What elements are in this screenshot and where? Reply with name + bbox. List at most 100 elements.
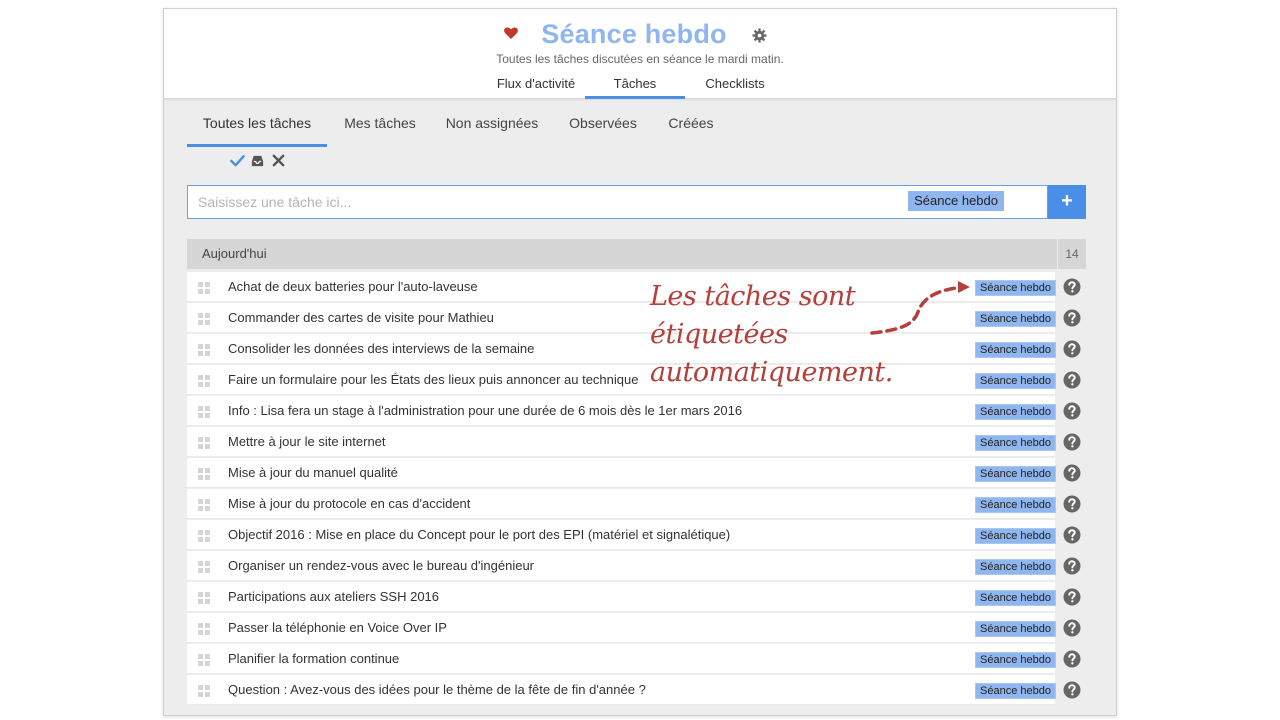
drag-handle-icon[interactable] bbox=[198, 653, 210, 666]
task-tag-badge[interactable]: Séance hebdo bbox=[975, 342, 1056, 358]
task-tag-badge[interactable]: Séance hebdo bbox=[975, 590, 1056, 606]
help-icon[interactable] bbox=[1063, 309, 1081, 327]
gear-icon[interactable] bbox=[752, 28, 767, 43]
task-title[interactable]: Objectif 2016 : Mise en place du Concept… bbox=[228, 520, 730, 550]
task-row[interactable]: Mettre à jour le site internet Séance heb… bbox=[187, 427, 1086, 458]
help-icon[interactable] bbox=[1063, 402, 1081, 420]
task-row-body[interactable]: Mettre à jour le site internet Séance heb… bbox=[187, 427, 1056, 457]
task-row-body[interactable]: Passer la téléphonie en Voice Over IP Séa… bbox=[187, 613, 1056, 643]
help-icon[interactable] bbox=[1063, 433, 1081, 451]
subtab-creees[interactable]: Créées bbox=[668, 115, 714, 147]
help-icon[interactable] bbox=[1063, 588, 1081, 606]
task-row[interactable]: Mise à jour du protocole en cas d'accide… bbox=[187, 489, 1086, 520]
drag-handle-icon[interactable] bbox=[198, 529, 210, 542]
help-icon[interactable] bbox=[1063, 464, 1081, 482]
task-row[interactable]: Objectif 2016 : Mise en place du Concept… bbox=[187, 520, 1086, 551]
task-row[interactable]: Mise à jour du manuel qualité Séance hebd… bbox=[187, 458, 1086, 489]
task-tag-badge[interactable]: Séance hebdo bbox=[975, 559, 1056, 575]
task-title[interactable]: Passer la téléphonie en Voice Over IP bbox=[228, 613, 447, 643]
close-icon[interactable] bbox=[271, 153, 286, 168]
drag-handle-icon[interactable] bbox=[198, 591, 210, 604]
task-row-body[interactable]: Consolider les données des interviews de… bbox=[187, 334, 1056, 364]
task-tag-badge[interactable]: Séance hebdo bbox=[975, 497, 1056, 513]
inbox-icon[interactable] bbox=[250, 153, 265, 168]
drag-handle-icon[interactable] bbox=[198, 560, 210, 573]
task-row[interactable]: Passer la téléphonie en Voice Over IP Séa… bbox=[187, 613, 1086, 644]
task-title[interactable]: Mise à jour du manuel qualité bbox=[228, 458, 398, 488]
task-title[interactable]: Mettre à jour le site internet bbox=[228, 427, 386, 457]
task-row-body[interactable]: Question : Avez-vous des idées pour le t… bbox=[187, 675, 1056, 705]
task-tag-badge[interactable]: Séance hebdo bbox=[975, 373, 1056, 389]
subtab-mes-taches[interactable]: Mes tâches bbox=[342, 115, 418, 147]
task-row[interactable]: Organiser un rendez-vous avec le bureau … bbox=[187, 551, 1086, 582]
task-tag-badge[interactable]: Séance hebdo bbox=[975, 311, 1056, 327]
task-title[interactable]: Achat de deux batteries pour l'auto-lave… bbox=[228, 272, 478, 302]
task-row-body[interactable]: Mise à jour du manuel qualité Séance hebd… bbox=[187, 458, 1056, 488]
group-title: Aujourd'hui bbox=[202, 246, 267, 261]
drag-handle-icon[interactable] bbox=[198, 467, 210, 480]
task-title[interactable]: Consolider les données des interviews de… bbox=[228, 334, 534, 364]
help-icon[interactable] bbox=[1063, 681, 1081, 699]
task-tag-badge[interactable]: Séance hebdo bbox=[975, 621, 1056, 637]
subtab-non-assignees[interactable]: Non assignées bbox=[444, 115, 540, 147]
subtab-toutes-les-taches[interactable]: Toutes les tâches bbox=[187, 115, 327, 147]
task-input[interactable] bbox=[198, 186, 938, 218]
task-row-body[interactable]: Faire un formulaire pour les États des l… bbox=[187, 365, 1056, 395]
task-tag-badge[interactable]: Séance hebdo bbox=[975, 435, 1056, 451]
task-title[interactable]: Mise à jour du protocole en cas d'accide… bbox=[228, 489, 470, 519]
group-header-today[interactable]: Aujourd'hui bbox=[187, 239, 1057, 269]
help-icon[interactable] bbox=[1063, 371, 1081, 389]
app-window: Séance hebdo Toutes les tâches discutées… bbox=[163, 8, 1117, 716]
task-title[interactable]: Organiser un rendez-vous avec le bureau … bbox=[228, 551, 534, 581]
help-icon[interactable] bbox=[1063, 526, 1081, 544]
help-icon[interactable] bbox=[1063, 557, 1081, 575]
add-task-button[interactable]: + bbox=[1048, 185, 1086, 219]
task-tag-badge[interactable]: Séance hebdo bbox=[975, 466, 1056, 482]
help-icon[interactable] bbox=[1063, 278, 1081, 296]
task-row-body[interactable]: Planifier la formation continue Séance he… bbox=[187, 644, 1056, 674]
task-title[interactable]: Question : Avez-vous des idées pour le t… bbox=[228, 675, 646, 705]
help-icon[interactable] bbox=[1063, 650, 1081, 668]
tab-checklists[interactable]: Checklists bbox=[685, 76, 785, 99]
task-row[interactable]: Info : Lisa fera un stage à l'administra… bbox=[187, 396, 1086, 427]
drag-handle-icon[interactable] bbox=[198, 436, 210, 449]
help-icon[interactable] bbox=[1063, 340, 1081, 358]
tab-flux-activite[interactable]: Flux d'activité bbox=[484, 76, 588, 99]
task-title[interactable]: Faire un formulaire pour les États des l… bbox=[228, 365, 638, 395]
task-tag-badge[interactable]: Séance hebdo bbox=[975, 683, 1056, 699]
heart-icon[interactable] bbox=[503, 25, 519, 41]
task-row-body[interactable]: Mise à jour du protocole en cas d'accide… bbox=[187, 489, 1056, 519]
drag-handle-icon[interactable] bbox=[198, 281, 210, 294]
tab-taches[interactable]: Tâches bbox=[585, 76, 685, 99]
task-tag-badge[interactable]: Séance hebdo bbox=[975, 404, 1056, 420]
task-row[interactable]: Faire un formulaire pour les États des l… bbox=[187, 365, 1086, 396]
help-icon[interactable] bbox=[1063, 495, 1081, 513]
task-row-body[interactable]: Participations aux ateliers SSH 2016 Séan… bbox=[187, 582, 1056, 612]
task-tag-badge[interactable]: Séance hebdo bbox=[975, 280, 1056, 296]
annotation-line: Les tâches sont bbox=[650, 281, 856, 312]
subtab-observees[interactable]: Observées bbox=[568, 115, 638, 147]
input-tag-badge[interactable]: Séance hebdo bbox=[908, 191, 1004, 211]
task-title[interactable]: Participations aux ateliers SSH 2016 bbox=[228, 582, 439, 612]
drag-handle-icon[interactable] bbox=[198, 343, 210, 356]
help-icon[interactable] bbox=[1063, 619, 1081, 637]
task-row[interactable]: Consolider les données des interviews de… bbox=[187, 334, 1086, 365]
task-row-body[interactable]: Organiser un rendez-vous avec le bureau … bbox=[187, 551, 1056, 581]
task-row-body[interactable]: Objectif 2016 : Mise en place du Concept… bbox=[187, 520, 1056, 550]
task-row[interactable]: Planifier la formation continue Séance he… bbox=[187, 644, 1086, 675]
drag-handle-icon[interactable] bbox=[198, 498, 210, 511]
drag-handle-icon[interactable] bbox=[198, 684, 210, 697]
check-icon[interactable] bbox=[230, 153, 245, 168]
task-tag-badge[interactable]: Séance hebdo bbox=[975, 652, 1056, 668]
task-tag-badge[interactable]: Séance hebdo bbox=[975, 528, 1056, 544]
task-row[interactable]: Question : Avez-vous des idées pour le t… bbox=[187, 675, 1086, 706]
drag-handle-icon[interactable] bbox=[198, 312, 210, 325]
drag-handle-icon[interactable] bbox=[198, 405, 210, 418]
task-row[interactable]: Participations aux ateliers SSH 2016 Séan… bbox=[187, 582, 1086, 613]
task-title[interactable]: Planifier la formation continue bbox=[228, 644, 399, 674]
task-title[interactable]: Commander des cartes de visite pour Math… bbox=[228, 303, 494, 333]
task-title[interactable]: Info : Lisa fera un stage à l'administra… bbox=[228, 396, 742, 426]
task-row-body[interactable]: Info : Lisa fera un stage à l'administra… bbox=[187, 396, 1056, 426]
drag-handle-icon[interactable] bbox=[198, 622, 210, 635]
drag-handle-icon[interactable] bbox=[198, 374, 210, 387]
